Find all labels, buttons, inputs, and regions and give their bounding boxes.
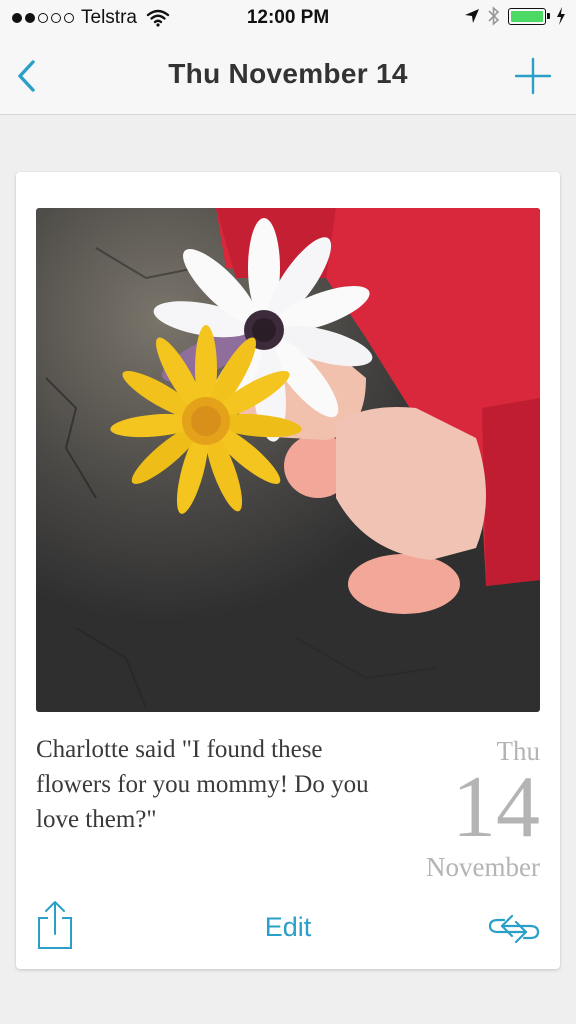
status-icons [464, 6, 566, 26]
entry-photo[interactable] [36, 208, 540, 712]
date-day-number: 14 [452, 759, 540, 856]
location-icon [464, 8, 480, 24]
battery-level [511, 10, 543, 22]
entry-caption: Charlotte said "I found these flowers fo… [36, 736, 369, 833]
entry-date: Thu 14 November [426, 736, 540, 884]
add-entry-button[interactable] [514, 56, 552, 96]
share-button[interactable] [36, 900, 74, 950]
bluetooth-icon [488, 6, 500, 26]
charging-icon [556, 7, 566, 25]
navigation-bar: Thu November 14 [0, 38, 576, 115]
date-month: November [426, 852, 540, 882]
share-icon [36, 901, 74, 954]
swap-button[interactable] [486, 912, 542, 946]
page-title: Thu November 14 [168, 58, 408, 89]
status-bar: Telstra 12:00 PM [0, 0, 576, 38]
plus-icon [514, 57, 552, 100]
entry-card: Charlotte said "I found these flowers fo… [16, 172, 560, 969]
edit-button[interactable]: Edit [238, 912, 338, 943]
swap-icon [486, 914, 542, 950]
battery-icon [508, 7, 550, 25]
